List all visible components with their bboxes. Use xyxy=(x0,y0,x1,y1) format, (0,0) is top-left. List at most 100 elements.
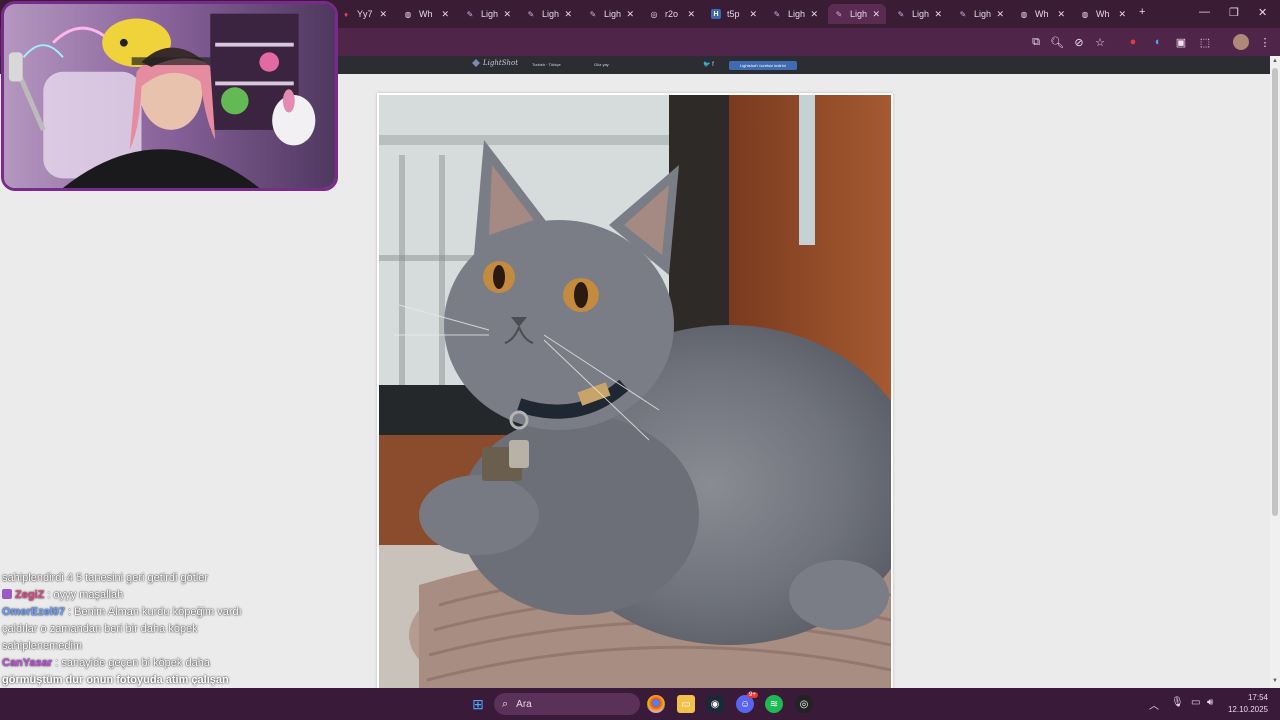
chat-username: CanYasar xyxy=(2,657,53,669)
feather-icon: ✎ xyxy=(466,9,474,19)
maximize-button[interactable]: ❐ xyxy=(1229,6,1239,19)
close-tab-icon[interactable]: ✕ xyxy=(996,9,1004,20)
nav-link[interactable]: Göz yay xyxy=(594,62,609,67)
taskbar-search[interactable]: ⌕ Ara xyxy=(494,693,640,715)
red-tab-icon: ♦ xyxy=(343,9,349,19)
tab-title: Ligh xyxy=(542,9,560,19)
menu-kebab-icon[interactable]: ⋮ xyxy=(1257,34,1273,50)
tab-title: Ligh xyxy=(788,9,806,19)
browser-tab[interactable]: ✎ Ligh ✕ xyxy=(890,4,948,24)
browser-tab[interactable]: ✎ Ligh ✕ xyxy=(459,4,517,24)
search-placeholder: Ara xyxy=(516,698,532,710)
extension-shield-icon[interactable]: ▣ xyxy=(1173,34,1189,50)
circle-icon: ◎ xyxy=(650,9,658,19)
page-scrollbar[interactable]: ▲ ▼ xyxy=(1270,56,1280,688)
tab-title: Ligh xyxy=(912,9,930,19)
close-tab-icon[interactable]: ✕ xyxy=(626,9,634,20)
browser-tab[interactable]: ✎ Ligh ✕ xyxy=(766,4,824,24)
globe-icon: ◍ xyxy=(1081,9,1089,19)
extension-red-icon[interactable]: ● xyxy=(1125,34,1141,50)
feather-icon: ✎ xyxy=(527,9,535,19)
browser-tab[interactable]: Ht5p ✕ xyxy=(705,4,763,24)
close-tab-icon[interactable]: ✕ xyxy=(441,9,449,20)
volume-icon[interactable]: 🔊︎ xyxy=(1207,697,1213,708)
close-tab-icon[interactable]: ✕ xyxy=(687,9,695,20)
close-tab-icon[interactable]: ✕ xyxy=(1118,9,1126,20)
browser-tab[interactable]: ◍ Wh ✕ xyxy=(397,4,455,24)
chrome-taskbar-icon[interactable] xyxy=(647,695,665,713)
zoom-icon[interactable]: 🔍︎ xyxy=(1049,34,1065,50)
close-tab-icon[interactable]: ✕ xyxy=(564,9,572,20)
globe-icon: ◍ xyxy=(1020,9,1028,19)
h-badge-icon: H xyxy=(711,9,721,19)
chat-message: ZegiZ : oyyy maşallah xyxy=(2,587,242,604)
new-tab-button[interactable]: + xyxy=(1139,6,1145,18)
windows-taskbar: ⊞ ⌕ Ara ▭ ◉ ☺ 9+ ≋ ◎ ︿ 🎙︎ ▭ 🔊︎ 17:54 12.… xyxy=(0,688,1280,720)
tray-expand-icon[interactable]: ︿ xyxy=(1149,697,1159,712)
feather-icon: ✎ xyxy=(897,9,905,19)
close-tab-icon[interactable]: ✕ xyxy=(749,9,757,20)
windows-start-icon[interactable]: ⊞ xyxy=(469,695,487,713)
download-button[interactable]: Lightshot'ı ücretsiz indirin! xyxy=(729,61,797,70)
tab-title: Ligh xyxy=(974,9,992,19)
cast-icon[interactable]: ⧉ xyxy=(1028,34,1044,50)
close-tab-icon[interactable]: ✕ xyxy=(503,9,511,20)
taskbar-clock[interactable]: 17:54 12.10.2025 xyxy=(1226,692,1268,716)
extensions-puzzle-icon[interactable]: ⬚ xyxy=(1197,34,1213,50)
tab-title: Ligh xyxy=(604,9,622,19)
browser-tab[interactable]: ♦ Yy7 ✕ xyxy=(335,4,393,24)
browser-tab[interactable]: ◍ Wh ✕ xyxy=(1013,4,1071,24)
browser-tab[interactable]: ◎ r2o ✕ xyxy=(643,4,701,24)
close-tab-icon[interactable]: ✕ xyxy=(934,9,942,20)
feather-icon: ✎ xyxy=(959,9,967,19)
tab-title: Ligh xyxy=(850,9,868,19)
screenshot-image-frame xyxy=(377,93,893,693)
tab-title: Wh xyxy=(1035,9,1049,19)
file-explorer-icon[interactable]: ▭ xyxy=(677,695,695,713)
tab-title: r2o xyxy=(665,9,679,19)
browser-tab[interactable]: ◍ Wh ✕ xyxy=(1074,4,1132,24)
scroll-thumb[interactable] xyxy=(1272,68,1278,516)
close-tab-icon[interactable]: ✕ xyxy=(810,9,818,20)
eye-off-icon[interactable]: ⊘ xyxy=(1071,34,1087,50)
feather-icon: ✎ xyxy=(835,9,843,19)
webcam-overlay xyxy=(1,1,338,191)
network-icon[interactable]: ▭ xyxy=(1191,697,1200,708)
language-link[interactable]: Turkish · Türkçe xyxy=(532,62,561,67)
profile-avatar[interactable] xyxy=(1233,34,1249,50)
minimize-button[interactable]: — xyxy=(1199,6,1210,18)
bookmark-star-icon[interactable]: ☆ xyxy=(1092,34,1108,50)
chat-text: : oyyy maşallah xyxy=(47,589,124,601)
close-tab-icon[interactable]: ✕ xyxy=(872,9,880,20)
steam-icon[interactable]: ◉ xyxy=(706,695,724,713)
tab-title: Wh xyxy=(419,9,433,19)
feather-icon: ✎ xyxy=(773,9,781,19)
microphone-icon[interactable]: 🎙︎ xyxy=(1171,697,1184,708)
close-tab-icon[interactable]: ✕ xyxy=(1057,9,1065,20)
clock-time: 17:54 xyxy=(1247,693,1268,702)
kitten-photo xyxy=(379,95,891,691)
chat-text: : sanayide geçen bi köpek daha xyxy=(55,657,210,669)
scroll-up-icon[interactable]: ▲ xyxy=(1272,58,1278,64)
obs-icon[interactable]: ◎ xyxy=(795,695,813,713)
chat-username: ZegiZ xyxy=(15,589,45,601)
tab-title: Ligh xyxy=(481,9,499,19)
browser-tab[interactable]: ✎ Ligh ✕ xyxy=(952,4,1010,24)
tab-title: t5p xyxy=(727,9,740,19)
social-icons[interactable]: 🐦 f xyxy=(703,61,714,68)
browser-tab[interactable]: ✎ Ligh ✕ xyxy=(582,4,640,24)
close-window-button[interactable]: ✕ xyxy=(1258,6,1267,19)
scroll-down-icon[interactable]: ▼ xyxy=(1272,678,1278,684)
lightshot-logo[interactable]: LightShot xyxy=(472,59,518,67)
close-tab-icon[interactable]: ✕ xyxy=(379,9,387,20)
webcam-feed xyxy=(4,4,335,188)
extension-wave-icon[interactable]: ◖ xyxy=(1149,34,1165,50)
spotify-icon[interactable]: ≋ xyxy=(765,695,783,713)
stream-chat-overlay: sahiplendirdi 4 5 tanesini geri getirdi … xyxy=(2,570,242,706)
browser-tab[interactable]: ✎ Ligh ✕ xyxy=(520,4,578,24)
chat-message: sahiplendirdi 4 5 tanesini geri getirdi … xyxy=(2,570,242,587)
browser-tab[interactable]: ✎ Ligh ✕ xyxy=(828,4,886,24)
tab-title: Wh xyxy=(1096,9,1110,19)
feather-icon: ✎ xyxy=(589,9,597,19)
clock-date: 12.10.2025 xyxy=(1227,705,1268,714)
